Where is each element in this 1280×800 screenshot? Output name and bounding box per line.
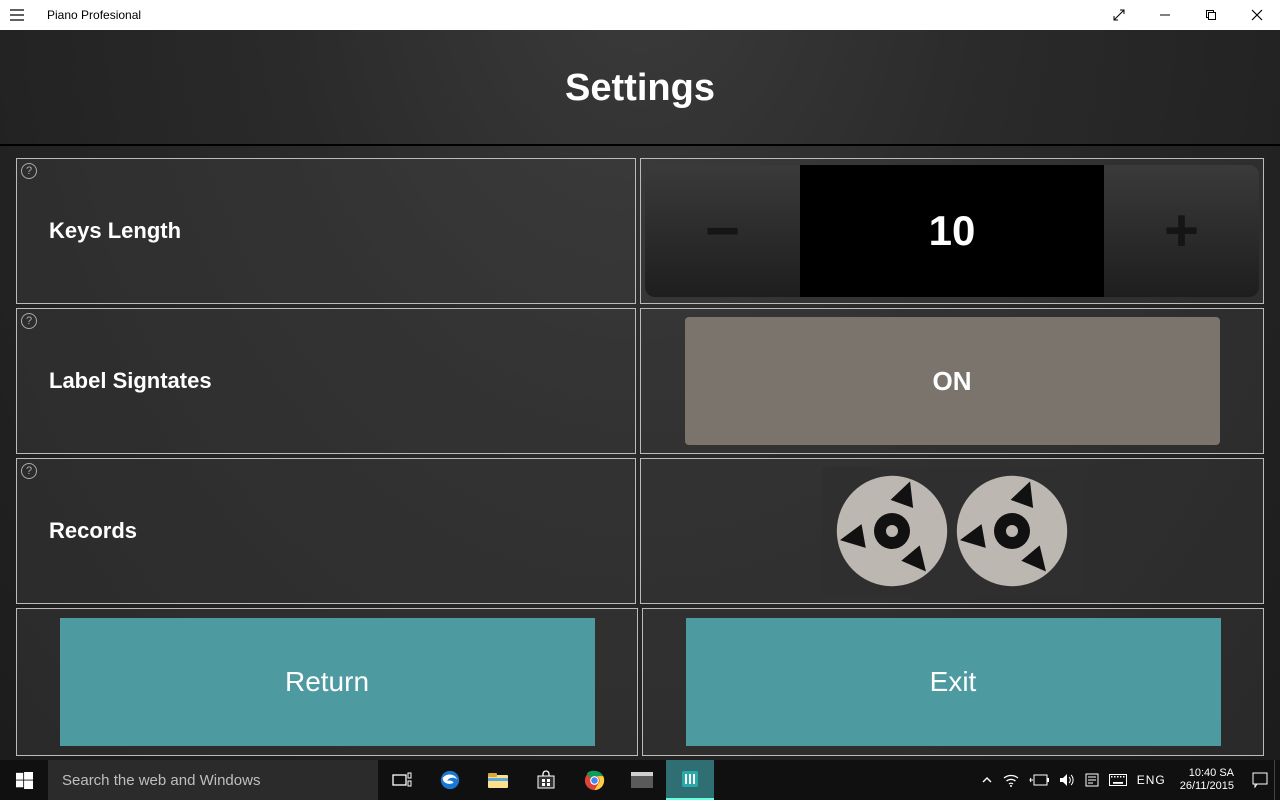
app-title: Piano Profesional <box>47 8 141 22</box>
records-button[interactable] <box>822 467 1082 595</box>
maximize-button[interactable] <box>1188 0 1234 30</box>
help-icon[interactable]: ? <box>21 463 37 479</box>
return-button[interactable]: Return <box>60 618 595 746</box>
minimize-button[interactable] <box>1142 0 1188 30</box>
increment-button[interactable]: + <box>1104 165 1259 297</box>
keys-length-label: Keys Length <box>49 218 181 244</box>
wifi-icon[interactable] <box>1003 774 1019 787</box>
page-title: Settings <box>565 67 715 110</box>
row-actions: Return Exit <box>16 608 1264 756</box>
label-signatures-toggle[interactable]: ON <box>685 317 1220 445</box>
start-button[interactable] <box>0 760 48 800</box>
action-center-icon[interactable] <box>1252 772 1268 788</box>
keys-length-stepper: − 10 + <box>645 165 1259 297</box>
system-tray: ENG 10:40 SA 26/11/2015 <box>975 767 1274 793</box>
window-titlebar: Piano Profesional <box>0 0 1280 30</box>
page-header: Settings <box>0 30 1280 146</box>
search-placeholder: Search the web and Windows <box>62 772 260 789</box>
clock-date: 26/11/2015 <box>1180 780 1234 793</box>
row-keys-length: ? Keys Length − 10 + <box>16 158 1264 304</box>
taskbar-app-generic[interactable] <box>618 760 666 800</box>
taskbar: Search the web and Windows <box>0 760 1280 800</box>
help-icon[interactable]: ? <box>21 313 37 329</box>
cell-records-label: ? Records <box>16 458 636 604</box>
exit-label: Exit <box>930 666 977 698</box>
settings-grid: ? Keys Length − 10 + ? Label Signtat <box>0 146 1280 760</box>
task-view-button[interactable] <box>378 760 426 800</box>
toggle-state: ON <box>933 366 972 397</box>
taskbar-app-store[interactable] <box>522 760 570 800</box>
app-body: Settings ? Keys Length − 10 + <box>0 30 1280 760</box>
cell-label-signatures-control: ON <box>640 308 1264 454</box>
volume-icon[interactable] <box>1059 773 1075 787</box>
battery-icon[interactable] <box>1029 774 1049 786</box>
taskbar-app-chrome[interactable] <box>570 760 618 800</box>
return-label: Return <box>285 666 369 698</box>
tape-reel-icon <box>952 471 1072 591</box>
clock[interactable]: 10:40 SA 26/11/2015 <box>1176 767 1242 793</box>
row-records: ? Records <box>16 458 1264 604</box>
records-label: Records <box>49 518 137 544</box>
cell-return: Return <box>16 608 638 756</box>
close-button[interactable] <box>1234 0 1280 30</box>
show-desktop-button[interactable] <box>1274 760 1280 800</box>
clock-time: 10:40 SA <box>1180 767 1234 780</box>
cell-keys-length-label: ? Keys Length <box>16 158 636 304</box>
help-icon[interactable]: ? <box>21 163 37 179</box>
language-indicator[interactable]: ENG <box>1137 773 1166 787</box>
taskbar-app-piano[interactable] <box>666 760 714 800</box>
keyboard-icon[interactable] <box>1109 774 1127 786</box>
cell-keys-length-control: − 10 + <box>640 158 1264 304</box>
notes-icon[interactable] <box>1085 773 1099 787</box>
taskbar-app-edge[interactable] <box>426 760 474 800</box>
cell-exit: Exit <box>642 608 1264 756</box>
cell-records-control <box>640 458 1264 604</box>
decrement-button[interactable]: − <box>645 165 800 297</box>
menu-button[interactable] <box>0 9 33 21</box>
row-label-signatures: ? Label Signtates ON <box>16 308 1264 454</box>
label-signatures-label: Label Signtates <box>49 368 212 394</box>
search-input[interactable]: Search the web and Windows <box>48 760 378 800</box>
cell-label-signatures-label: ? Label Signtates <box>16 308 636 454</box>
exit-button[interactable]: Exit <box>686 618 1221 746</box>
expand-icon[interactable] <box>1096 0 1142 30</box>
taskbar-app-explorer[interactable] <box>474 760 522 800</box>
tray-chevron-icon[interactable] <box>981 774 993 786</box>
keys-length-value: 10 <box>800 165 1104 297</box>
tape-reel-icon <box>832 471 952 591</box>
